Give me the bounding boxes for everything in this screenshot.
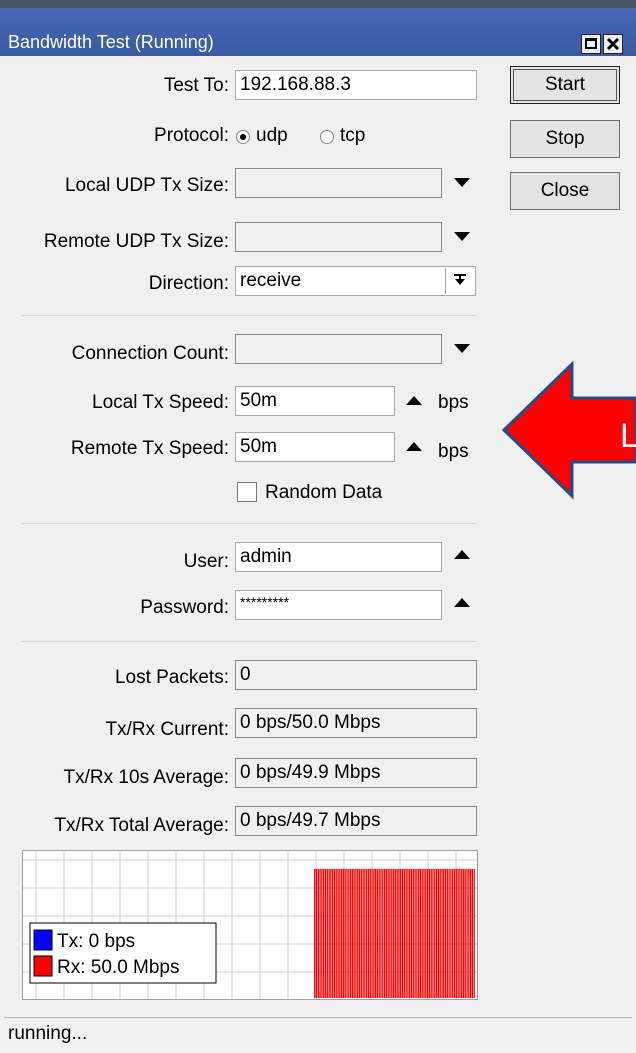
maximize-icon (585, 38, 597, 49)
local-udp-tx-size-label: Local UDP Tx Size: (64, 175, 229, 196)
connection-count-label: Connection Count: (71, 343, 229, 364)
random-data-label: Random Data (265, 482, 383, 503)
close-icon (606, 37, 620, 51)
txrx-10s-average-value: 0 bps/49.9 Mbps (235, 758, 477, 788)
title-bar[interactable]: Bandwidth Test (Running) (0, 8, 636, 56)
remote-tx-speed-unit: bps (438, 441, 469, 462)
test-to-label: Test To: (163, 75, 229, 96)
window-top-border (0, 0, 636, 8)
up-arrow-icon[interactable] (454, 550, 470, 559)
txrx-current-value: 0 bps/50.0 Mbps (235, 708, 477, 738)
user-input[interactable]: admin (235, 542, 442, 572)
random-data-checkbox[interactable] (237, 482, 257, 502)
direction-value: receive (240, 270, 302, 291)
remote-tx-speed-input[interactable]: 50m (235, 432, 395, 462)
lost-packets-value: 0 (235, 660, 477, 690)
maximize-button[interactable] (581, 34, 601, 54)
close-button[interactable]: Close (510, 172, 620, 210)
local-tx-speed-unit: bps (438, 392, 469, 413)
local-tx-speed-label: Local Tx Speed: (92, 392, 229, 413)
password-input[interactable]: ********* (235, 590, 442, 620)
up-arrow-icon[interactable] (406, 442, 422, 451)
password-label: Password: (140, 597, 229, 618)
status-text: running... (8, 1023, 88, 1044)
start-button[interactable]: Start (510, 66, 620, 104)
red-arrow-annotation: L (501, 360, 636, 500)
separator (22, 523, 476, 524)
status-bar: running... (4, 1017, 632, 1050)
connection-count-input[interactable] (235, 334, 442, 364)
protocol-label: Protocol: (154, 125, 229, 146)
dropdown-arrow-icon (454, 274, 466, 285)
txrx-10s-average-label: Tx/Rx 10s Average: (63, 767, 229, 788)
dropdown-arrow-icon[interactable] (454, 344, 470, 353)
dropdown-arrow-icon[interactable] (454, 178, 470, 187)
user-label: User: (183, 551, 229, 572)
protocol-udp-label: udp (256, 125, 288, 146)
chart-legend: Tx: 0 bps Rx: 50.0 Mbps (29, 922, 217, 984)
arrow-text: L (620, 417, 636, 455)
protocol-tcp-label: tcp (340, 125, 366, 146)
traffic-chart: Tx: 0 bps Rx: 50.0 Mbps (22, 850, 478, 1000)
up-arrow-icon[interactable] (454, 598, 470, 607)
txrx-total-average-value: 0 bps/49.7 Mbps (235, 806, 477, 836)
close-window-button[interactable] (603, 34, 623, 54)
arrow-shape (501, 360, 636, 500)
bandwidth-test-window: Bandwidth Test (Running) Start Stop Clos… (0, 0, 636, 1053)
separator (22, 315, 476, 316)
txrx-total-average-label: Tx/Rx Total Average: (54, 815, 229, 836)
direction-dropdown-button[interactable] (445, 268, 474, 294)
protocol-udp-radio[interactable] (236, 130, 250, 144)
up-arrow-icon[interactable] (406, 396, 422, 405)
test-to-input[interactable]: 192.168.88.3 (235, 70, 477, 100)
separator (22, 641, 476, 642)
tx-legend-label: Tx: 0 bps (57, 931, 135, 952)
remote-tx-speed-label: Remote Tx Speed: (70, 438, 229, 459)
rx-legend-label: Rx: 50.0 Mbps (57, 957, 180, 978)
local-tx-speed-input[interactable]: 50m (235, 386, 395, 416)
dropdown-arrow-icon[interactable] (454, 232, 470, 241)
rx-legend-swatch (33, 955, 53, 977)
stop-button[interactable]: Stop (510, 120, 620, 158)
local-udp-tx-size-input[interactable] (235, 168, 442, 198)
remote-udp-tx-size-label: Remote UDP Tx Size: (43, 231, 229, 252)
protocol-tcp-radio[interactable] (320, 130, 334, 144)
lost-packets-label: Lost Packets: (114, 667, 229, 688)
remote-udp-tx-size-input[interactable] (235, 222, 442, 252)
txrx-current-label: Tx/Rx Current: (105, 719, 229, 740)
tx-legend-swatch (33, 929, 53, 951)
direction-label: Direction: (148, 273, 229, 294)
window-title: Bandwidth Test (Running) (8, 32, 214, 52)
direction-select[interactable]: receive (235, 266, 476, 296)
